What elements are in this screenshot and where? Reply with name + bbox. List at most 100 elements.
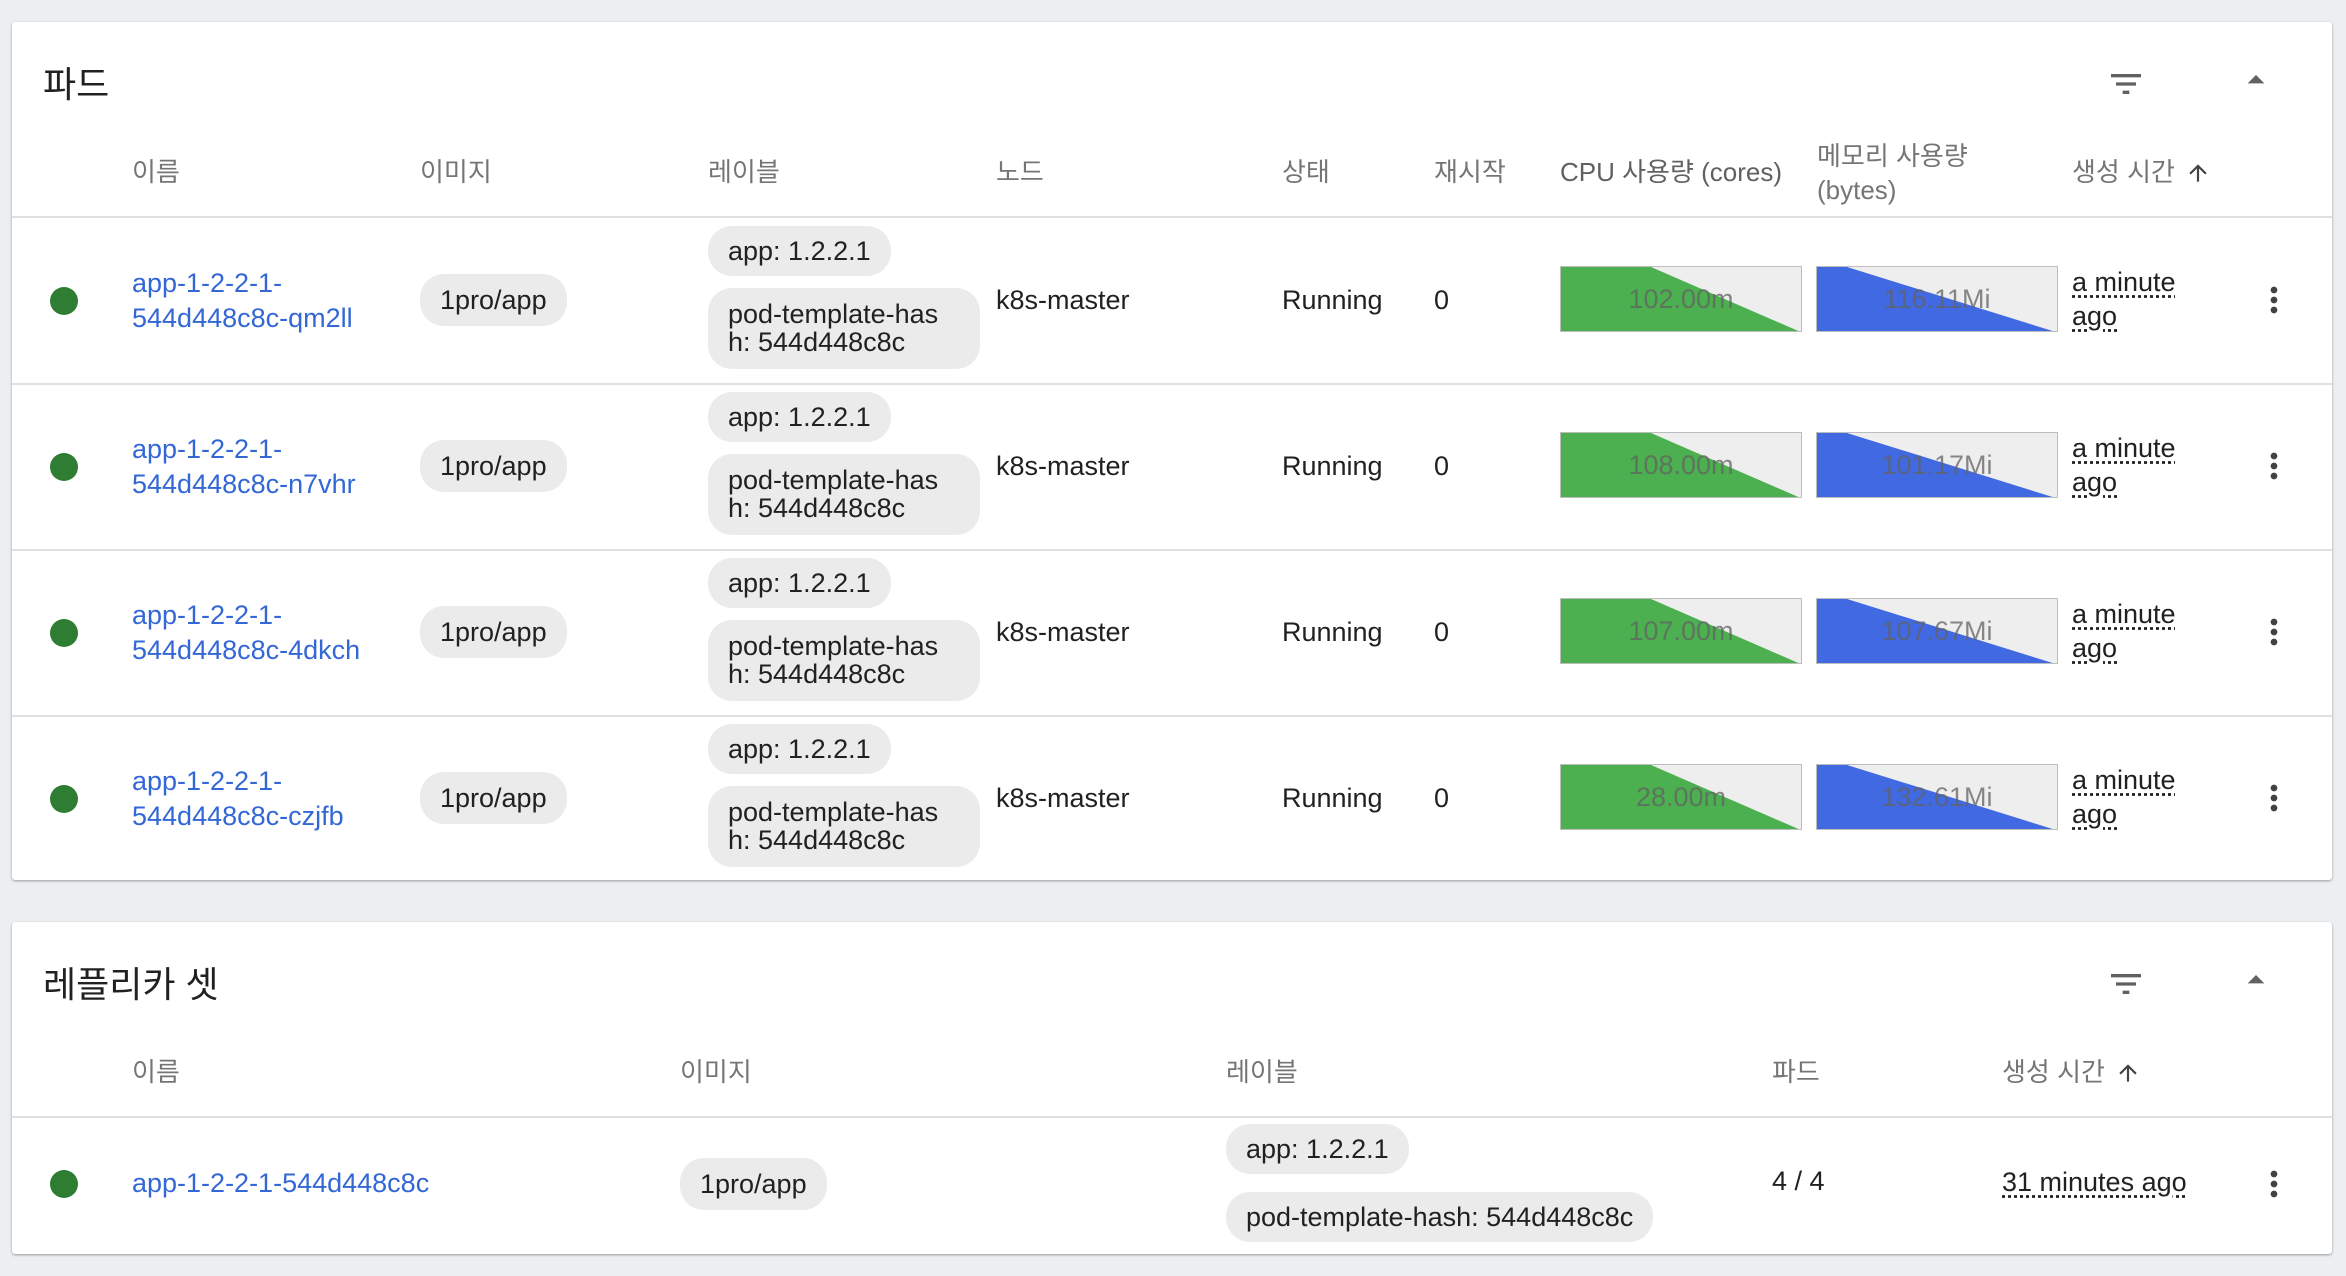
created-time-line1: a minute xyxy=(2072,433,2176,463)
restart-count: 0 xyxy=(1434,451,1450,481)
created-time-line2: ago xyxy=(2072,632,2118,663)
table-row: app-1-2-2-1- 544d448c8c-n7vhr 1pro/app app:… xyxy=(12,384,2332,550)
created-time: a minute ago xyxy=(2072,266,2176,334)
col-header-cpu: CPU 사용량 (cores) xyxy=(1560,157,1782,187)
label-chip-hash: pod-template-hash: 544d448c8c xyxy=(708,620,980,701)
label-chip-app: app: 1.2.2.1 xyxy=(708,226,891,276)
status-ok-dot xyxy=(50,453,78,481)
cpu-sparkline: 108.00m xyxy=(1560,432,1802,498)
created-time-line2: ago xyxy=(2072,798,2118,829)
cpu-usage-value: 102.00m xyxy=(1628,283,1734,314)
rs-col-header-created-label: 생성 시간 xyxy=(2002,1057,2105,1087)
label-chip-app: app: 1.2.2.1 xyxy=(708,392,891,442)
rs-col-header-labels: 레이블 xyxy=(1226,1057,1298,1087)
pod-name-link[interactable]: app-1-2-2-1- 544d448c8c-n7vhr xyxy=(132,432,356,502)
memory-sparkline: 116.11Mi xyxy=(1816,266,2058,332)
cpu-sparkline: 28.00m xyxy=(1560,764,1802,830)
table-row: app-1-2-2-1- 544d448c8c-qm2ll 1pro/app app:… xyxy=(12,218,2332,384)
arrow-drop-up-icon[interactable] xyxy=(2236,60,2276,100)
pod-count: 4 / 4 xyxy=(1772,1166,1825,1196)
label-chip-hash: pod-template-hash: 544d448c8c xyxy=(708,786,980,867)
created-time-line1: a minute xyxy=(2072,599,2176,629)
cpu-usage-value: 108.00m xyxy=(1628,449,1734,480)
more-vert-icon[interactable] xyxy=(2254,778,2294,818)
created-time: 31 minutes ago xyxy=(2002,1167,2187,1197)
col-header-restarts[interactable]: 재시작 xyxy=(1434,156,1506,190)
created-time-line1: a minute xyxy=(2072,765,2176,795)
pod-name-line2: 544d448c8c-czjfb xyxy=(132,801,344,832)
rs-col-header-pods: 파드 xyxy=(1772,1057,1820,1087)
col-header-status[interactable]: 상태 xyxy=(1282,156,1330,190)
col-header-created-label: 생성 시간 xyxy=(2072,157,2175,187)
pod-status: Running xyxy=(1282,285,1383,315)
pod-name-link[interactable]: app-1-2-2-1- 544d448c8c-qm2ll xyxy=(132,266,353,336)
pod-name-link[interactable]: app-1-2-2-1- 544d448c8c-4dkch xyxy=(132,598,360,668)
col-header-memory-line1: 메모리 사용량 xyxy=(1817,141,1968,171)
memory-usage-value: 132.61Mi xyxy=(1881,781,1993,812)
restart-count: 0 xyxy=(1434,285,1450,315)
pod-name-line2: 544d448c8c-qm2ll xyxy=(132,303,353,334)
pod-name-line1: app-1-2-2-1- xyxy=(132,268,283,298)
created-time-line2: ago xyxy=(2072,466,2118,497)
col-header-memory: 메모리 사용량 (bytes) xyxy=(1817,140,1968,208)
table-row: app-1-2-2-1- 544d448c8c-czjfb 1pro/app app:… xyxy=(12,716,2332,882)
created-time: a minute ago xyxy=(2072,764,2176,832)
rs-col-header-created[interactable]: 생성 시간 xyxy=(2002,1056,2141,1090)
pods-card: 파드 이름 이미지 레이블 노드 상태 재시작 CPU 사용량 (cores) … xyxy=(12,22,2332,880)
image-chip: 1pro/app xyxy=(420,274,567,326)
pod-name-link[interactable]: app-1-2-2-1- 544d448c8c-czjfb xyxy=(132,764,344,834)
pod-status: Running xyxy=(1282,783,1383,813)
rs-col-header-image: 이미지 xyxy=(680,1057,752,1087)
memory-usage-value: 116.11Mi xyxy=(1883,283,1991,314)
label-chip-hash: pod-template-hash: 544d448c8c xyxy=(1226,1192,1654,1242)
image-chip: 1pro/app xyxy=(420,772,567,824)
node-name: k8s-master xyxy=(996,285,1130,315)
status-ok-dot xyxy=(50,619,78,647)
pod-status: Running xyxy=(1282,451,1383,481)
pod-name-line1: app-1-2-2-1- xyxy=(132,766,283,796)
memory-usage-value: 107.67Mi xyxy=(1881,615,1993,646)
pod-name-line2: 544d448c8c-4dkch xyxy=(132,635,361,666)
node-name: k8s-master xyxy=(996,617,1130,647)
memory-sparkline: 107.67Mi xyxy=(1816,598,2058,664)
restart-count: 0 xyxy=(1434,783,1450,813)
image-chip: 1pro/app xyxy=(420,440,567,492)
pod-name-line1: app-1-2-2-1- xyxy=(132,600,283,630)
status-ok-dot xyxy=(50,1170,78,1198)
col-header-image: 이미지 xyxy=(420,157,492,187)
node-name: k8s-master xyxy=(996,451,1130,481)
col-header-name[interactable]: 이름 xyxy=(132,156,180,190)
replicasets-card: 레플리카 셋 이름 이미지 레이블 파드 생성 시간 app-1-2-2-1-5… xyxy=(12,922,2332,1254)
created-time-line2: ago xyxy=(2072,300,2118,331)
pod-status: Running xyxy=(1282,617,1383,647)
cpu-sparkline: 107.00m xyxy=(1560,598,1802,664)
label-chip-app: app: 1.2.2.1 xyxy=(1226,1124,1409,1174)
label-chip-app: app: 1.2.2.1 xyxy=(708,724,891,774)
node-name: k8s-master xyxy=(996,783,1130,813)
col-header-created[interactable]: 생성 시간 xyxy=(2072,156,2211,190)
replicaset-name-link[interactable]: app-1-2-2-1-544d448c8c xyxy=(132,1166,429,1201)
pod-name-line2: 544d448c8c-n7vhr xyxy=(132,469,356,500)
filter-list-icon[interactable] xyxy=(2106,64,2146,104)
pod-name-line1: app-1-2-2-1- xyxy=(132,434,283,464)
created-time: a minute ago xyxy=(2072,432,2176,500)
rs-col-header-name[interactable]: 이름 xyxy=(132,1056,180,1090)
col-header-node[interactable]: 노드 xyxy=(996,156,1044,190)
table-row: app-1-2-2-1-544d448c8c 1pro/app app: 1.2.2… xyxy=(12,1118,2332,1252)
cpu-sparkline: 102.00m xyxy=(1560,266,1802,332)
more-vert-icon[interactable] xyxy=(2254,280,2294,320)
label-chip-app: app: 1.2.2.1 xyxy=(708,558,891,608)
arrow-drop-up-icon[interactable] xyxy=(2236,960,2276,1000)
more-vert-icon[interactable] xyxy=(2254,446,2294,486)
label-chip-hash: pod-template-hash: 544d448c8c xyxy=(708,288,980,369)
more-vert-icon[interactable] xyxy=(2254,612,2294,652)
replicasets-title: 레플리카 셋 xyxy=(43,964,219,1005)
pods-title: 파드 xyxy=(43,64,110,105)
arrow-upward-icon xyxy=(2119,1064,2137,1082)
more-vert-icon[interactable] xyxy=(2254,1164,2294,1204)
label-chip-hash: pod-template-hash: 544d448c8c xyxy=(708,454,980,535)
col-header-memory-line2: (bytes) xyxy=(1817,174,1897,205)
filter-list-icon[interactable] xyxy=(2106,964,2146,1004)
cpu-usage-value: 107.00m xyxy=(1628,615,1734,646)
memory-sparkline: 101.17Mi xyxy=(1816,432,2058,498)
